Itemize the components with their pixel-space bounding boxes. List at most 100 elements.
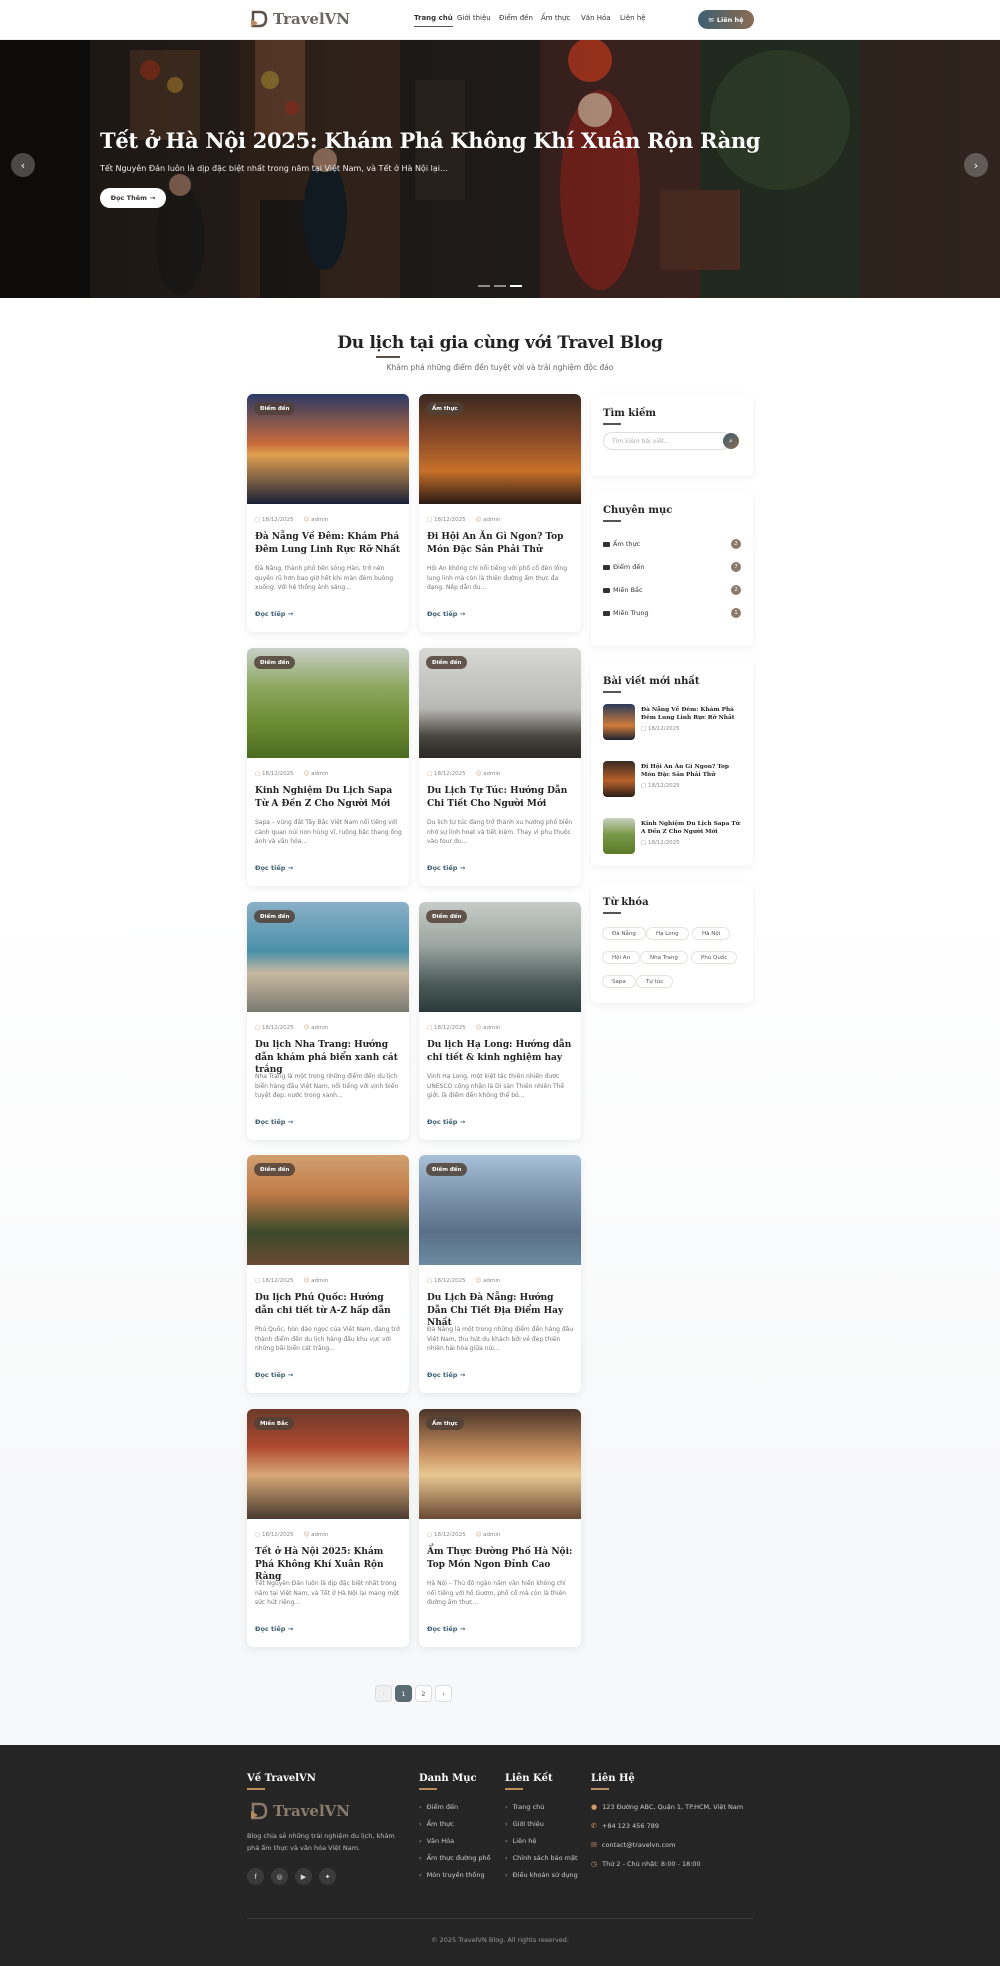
category-badge[interactable]: Điểm đến [254, 656, 296, 669]
tag[interactable]: Đà Nẵng [602, 927, 646, 940]
footer-category-link[interactable]: Văn Hóa [419, 1837, 454, 1845]
pagination-prev[interactable]: ‹ [375, 1685, 392, 1702]
nav-cuisine[interactable]: Ẩm thực [541, 14, 570, 22]
footer-logo[interactable]: TravelVN [250, 1802, 350, 1820]
nav-home[interactable]: Trang chủ [414, 14, 453, 27]
category-item[interactable]: Miền Trung 1 [603, 607, 741, 619]
pagination-next[interactable]: › [435, 1685, 452, 1702]
search-input[interactable]: Tìm kiếm bài viết... [603, 432, 731, 450]
post-date: ▢ 18/12/2025 [255, 771, 294, 777]
tag[interactable]: Phú Quốc [691, 951, 738, 964]
read-more-link[interactable]: Đọc tiếp → [255, 610, 293, 618]
post-title[interactable]: Du lịch Hạ Long: Hướng dẫn chi tiết & ki… [427, 1039, 575, 1064]
recent-post-item[interactable]: Kinh Nghiệm Du Lịch Sapa Từ A Đến Z Cho … [603, 818, 743, 858]
next-slide-button[interactable]: › [964, 153, 988, 177]
read-more-link[interactable]: Đọc tiếp → [255, 1118, 293, 1126]
footer-email[interactable]: ✉ contact@travelvn.com [591, 1841, 675, 1849]
post-card[interactable]: Điểm đến ▢ 18/12/2025 ☺ admin Đà Nẵng Về Đê… [247, 394, 409, 632]
search-button[interactable]: ⌕ [723, 433, 739, 449]
post-title[interactable]: Kinh Nghiệm Du Lịch Sapa Từ A Đến Z Cho … [255, 785, 403, 810]
post-card[interactable]: Điểm đến ▢ 18/12/2025 ☺ admin Du Lịch Đà Nẵ… [419, 1155, 581, 1393]
category-badge[interactable]: Điểm đến [254, 910, 296, 923]
post-title[interactable]: Đà Nẵng Về Đêm: Khám Phá Đêm Lung Linh R… [255, 531, 403, 556]
twitter-icon[interactable]: ✦ [319, 1868, 336, 1885]
footer-link[interactable]: Liên hệ [505, 1837, 537, 1845]
post-card[interactable]: Điểm đến ▢ 18/12/2025 ☺ admin Kinh Nghiệm D… [247, 648, 409, 886]
post-card[interactable]: Miền Bắc ▢ 18/12/2025 ☺ admin Tết ở Hà Nội … [247, 1409, 409, 1647]
read-more-link[interactable]: Đọc tiếp → [427, 1625, 465, 1633]
arrow-right-icon: → [459, 1625, 466, 1633]
category-badge[interactable]: Miền Bắc [254, 1417, 295, 1430]
post-author: ☺ admin [475, 1278, 501, 1284]
pagination-page[interactable]: 1 [395, 1685, 412, 1702]
instagram-icon[interactable]: ◎ [271, 1868, 288, 1885]
category-item[interactable]: Ẩm thực 2 [603, 538, 741, 550]
facebook-icon[interactable]: f [247, 1868, 264, 1885]
footer-link[interactable]: Chính sách bảo mật [505, 1854, 578, 1862]
post-title[interactable]: Du Lịch Tự Túc: Hướng Dẫn Chi Tiết Cho N… [427, 785, 575, 810]
category-badge[interactable]: Điểm đến [254, 402, 296, 415]
footer-link[interactable]: Giới thiệu [505, 1820, 544, 1828]
post-card[interactable]: Điểm đến ▢ 18/12/2025 ☺ admin Du lịch Nha T… [247, 902, 409, 1140]
post-author: ☺ admin [475, 771, 501, 777]
recent-post-title: Đi Hội An Ăn Gì Ngon? Top Món Đặc Sản Ph… [641, 764, 729, 778]
post-card[interactable]: Điểm đến ▢ 18/12/2025 ☺ admin Du lịch Phú Q… [247, 1155, 409, 1393]
slide-dot[interactable] [478, 285, 490, 287]
footer-phone[interactable]: ✆ +84 123 456 789 [591, 1822, 659, 1830]
nav-contact[interactable]: Liên hệ [620, 14, 646, 22]
footer-category-link[interactable]: Ẩm thực [419, 1820, 454, 1828]
youtube-icon[interactable]: ▶ [295, 1868, 312, 1885]
tag[interactable]: Nha Trang [640, 951, 688, 964]
recent-post-title: Kinh Nghiệm Du Lịch Sapa Từ A Đến Z Cho … [641, 821, 740, 835]
pagination-page[interactable]: 2 [415, 1685, 432, 1702]
footer-link[interactable]: Điều khoản sử dụng [505, 1871, 578, 1879]
tag[interactable]: Hà Nội [692, 927, 731, 940]
nav-culture[interactable]: Văn Hóa [581, 14, 611, 22]
footer-link[interactable]: Trang chủ [505, 1803, 545, 1811]
tag[interactable]: Hạ Long [646, 927, 689, 940]
post-card[interactable]: Ẩm thực ▢ 18/12/2025 ☺ admin Ẩm Thực Đường … [419, 1409, 581, 1647]
category-badge[interactable]: Điểm đến [426, 910, 468, 923]
read-more-link[interactable]: Đọc tiếp → [427, 1371, 465, 1379]
read-more-link[interactable]: Đọc tiếp → [427, 610, 465, 618]
category-badge[interactable]: Điểm đến [254, 1163, 296, 1176]
calendar-icon: ▢ [255, 517, 261, 523]
slide-dot-active[interactable] [510, 285, 522, 287]
read-more-link[interactable]: Đọc tiếp → [255, 1371, 293, 1379]
post-title[interactable]: Du lịch Nha Trang: Hướng dẫn khám phá bi… [255, 1039, 403, 1077]
slide-dot[interactable] [494, 285, 506, 287]
category-item[interactable]: Miền Bắc 2 [603, 584, 741, 596]
nav-about[interactable]: Giới thiệu [457, 14, 491, 22]
contact-button[interactable]: ✉ Liên hệ [698, 10, 754, 29]
calendar-icon: ▢ [641, 783, 648, 789]
category-badge[interactable]: Điểm đến [426, 1163, 468, 1176]
read-more-link[interactable]: Đọc tiếp → [255, 864, 293, 872]
tag[interactable]: Sapa [602, 975, 636, 988]
footer-category-link[interactable]: Ẩm thực đường phố [419, 1854, 491, 1862]
post-title[interactable]: Ẩm Thực Đường Phố Hà Nội: Top Món Ngon Đ… [427, 1546, 575, 1571]
prev-slide-button[interactable]: ‹ [11, 153, 35, 177]
category-badge[interactable]: Ẩm thực [426, 402, 464, 415]
post-title[interactable]: Tết ở Hà Nội 2025: Khám Phá Không Khí Xu… [255, 1546, 403, 1584]
read-more-link[interactable]: Đọc tiếp → [427, 864, 465, 872]
post-card[interactable]: Điểm đến ▢ 18/12/2025 ☺ admin Du Lịch Tự Tú… [419, 648, 581, 886]
tag[interactable]: Hội An [602, 951, 641, 964]
category-badge[interactable]: Điểm đến [426, 656, 468, 669]
post-title[interactable]: Đi Hội An Ăn Gì Ngon? Top Món Đặc Sản Ph… [427, 531, 575, 556]
footer-category-link[interactable]: Điểm đến [419, 1803, 458, 1811]
post-title[interactable]: Du Lịch Đà Nẵng: Hướng Dẫn Chi Tiết Địa … [427, 1292, 575, 1330]
read-more-link[interactable]: Đọc tiếp → [427, 1118, 465, 1126]
post-title[interactable]: Du lịch Phú Quốc: Hướng dẫn chi tiết từ … [255, 1292, 403, 1317]
read-more-button[interactable]: Đọc Thêm → [100, 188, 166, 208]
logo[interactable]: TravelVN [250, 10, 350, 28]
nav-destinations[interactable]: Điểm đến [499, 14, 533, 22]
post-card[interactable]: Ẩm thực ▢ 18/12/2025 ☺ admin Đi Hội An Ăn G… [419, 394, 581, 632]
recent-post-item[interactable]: Đi Hội An Ăn Gì Ngon? Top Món Đặc Sản Ph… [603, 761, 743, 801]
tag[interactable]: Tự túc [636, 975, 674, 988]
post-card[interactable]: Điểm đến ▢ 18/12/2025 ☺ admin Du lịch Hạ Lo… [419, 902, 581, 1140]
read-more-link[interactable]: Đọc tiếp → [255, 1625, 293, 1633]
category-badge[interactable]: Ẩm thực [426, 1417, 464, 1430]
recent-post-item[interactable]: Đà Nẵng Về Đêm: Khám Phá Đêm Lung Linh R… [603, 704, 743, 744]
footer-category-link[interactable]: Món truyền thống [419, 1871, 485, 1879]
category-item[interactable]: Điểm đến 7 [603, 561, 741, 573]
